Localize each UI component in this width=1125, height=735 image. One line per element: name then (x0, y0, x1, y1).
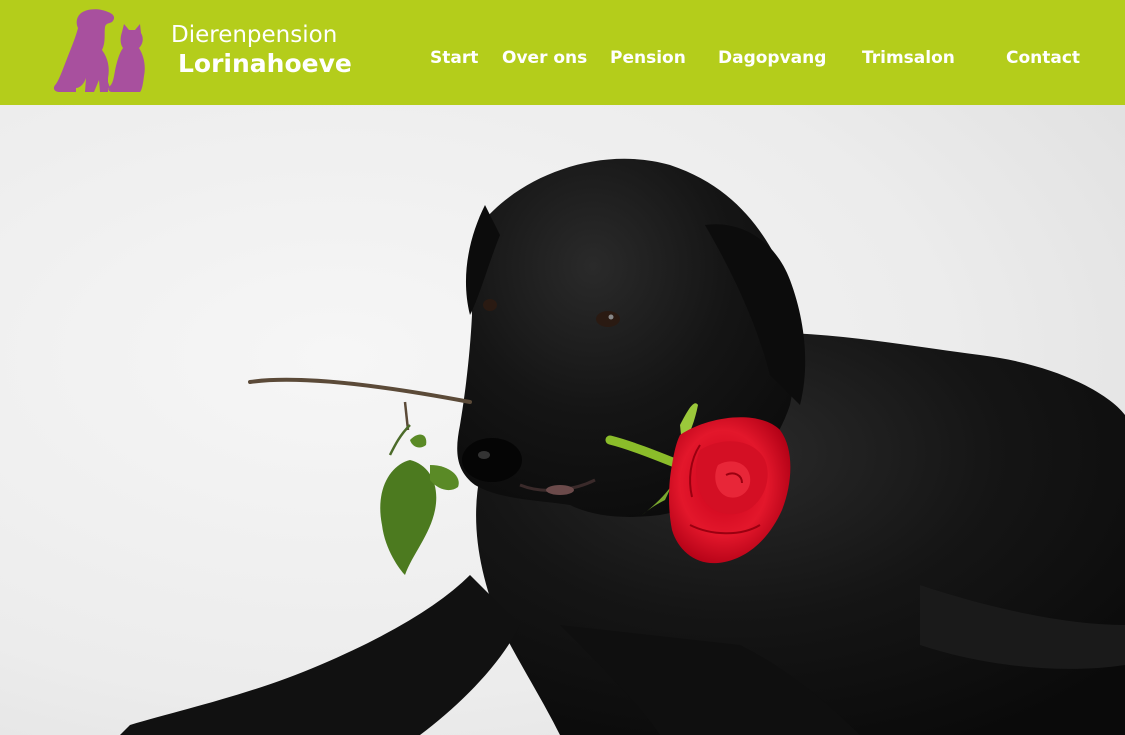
nav-item-contact[interactable]: Contact (1006, 48, 1080, 68)
hero-banner (0, 105, 1125, 735)
brand-name-line2: Lorinahoeve (178, 49, 352, 78)
hero-dog-with-rose-image (0, 105, 1125, 735)
site-header: Dierenpension Lorinahoeve Start Over ons… (0, 0, 1125, 105)
nav-item-over-ons[interactable]: Over ons (502, 48, 587, 68)
brand-name-line1: Dierenpension (171, 22, 338, 48)
logo-home-link[interactable]: Dierenpension Lorinahoeve (50, 8, 352, 98)
nav-item-start[interactable]: Start (430, 48, 478, 68)
nav-item-dagopvang[interactable]: Dagopvang (718, 48, 826, 68)
dog-and-cat-logo-icon (53, 9, 145, 92)
page: Dierenpension Lorinahoeve Start Over ons… (0, 0, 1125, 735)
nav-item-pension[interactable]: Pension (610, 48, 686, 68)
nav-item-trimsalon[interactable]: Trimsalon (862, 48, 955, 68)
